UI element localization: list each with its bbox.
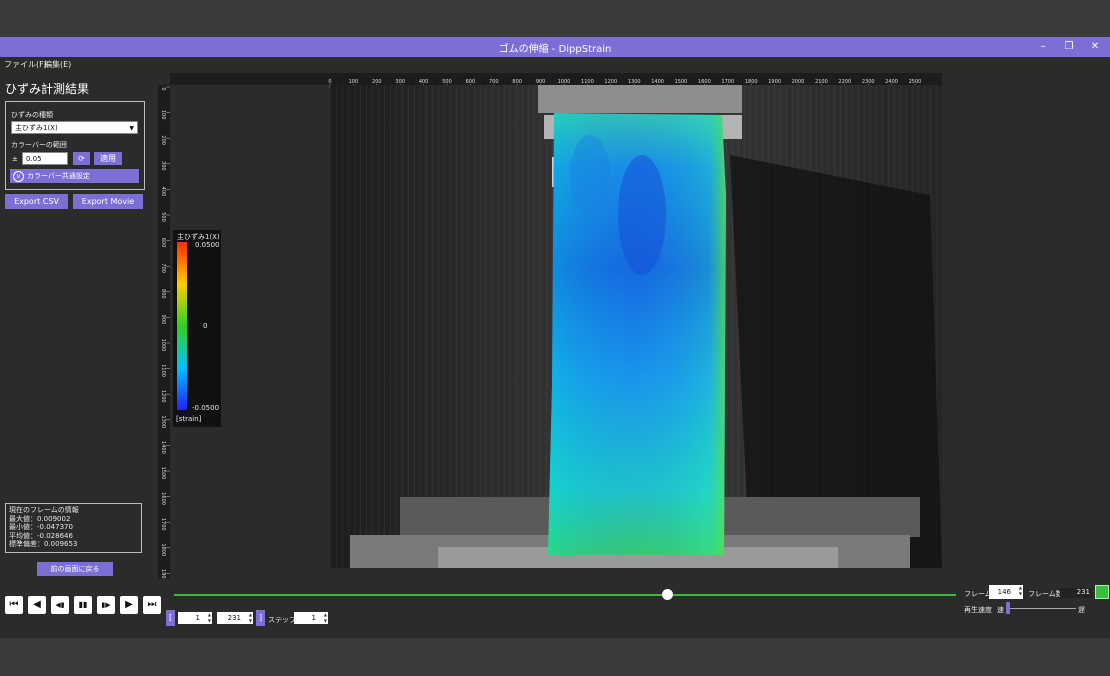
colorbar-unit: [strain] — [176, 415, 202, 423]
menu-bar: ファイル(F) 編集(E) — [0, 57, 1110, 71]
frame-info-min: 最小値：-0.047370 — [9, 523, 73, 531]
speed-slider-thumb[interactable] — [1006, 602, 1010, 614]
ruler-left-label: 0 — [160, 87, 166, 90]
strain-type-select[interactable]: 主ひずみ1(X) ▼ — [11, 121, 138, 134]
strain-type-value: 主ひずみ1(X) — [15, 124, 58, 132]
fullscreen-icon[interactable] — [1095, 585, 1109, 599]
colorbar-mid: 0 — [203, 322, 208, 330]
ruler-left-label: 1600 — [160, 492, 166, 505]
frame-label: フレーム — [964, 590, 992, 598]
play-button[interactable]: ▶ — [120, 596, 138, 614]
frame-info-box: 現在のフレームの情報 最大値：0.009002 最小値：-0.047370 平均… — [5, 503, 142, 553]
ruler-left-label: 1900 — [160, 569, 166, 579]
ruler-left-label: 1000 — [160, 339, 166, 352]
last-frame-button[interactable]: ⏭ — [143, 596, 161, 614]
ruler-top: 0 100 200 300 400 500 600 700 800 900 1000 1100 1200… — [170, 73, 942, 88]
title-bar: ゴムの伸縮 - DippStrain – ❐ ✕ — [0, 37, 1110, 57]
back-button[interactable]: 前の画面に戻る — [37, 562, 113, 576]
ruler-left-label: 1200 — [160, 390, 166, 403]
frame-info-max: 最大値：0.009002 — [9, 514, 71, 523]
speed-slow-label: 遅 — [1078, 606, 1085, 614]
colorbar-legend: 主ひずみ1(X) 0.0500 0 -0.0500 [strain] — [173, 230, 221, 427]
ruler-left-label: 1100 — [160, 364, 166, 377]
step-spinner[interactable]: 1 ▲ ▼ — [294, 612, 328, 624]
frame-info-mean: 平均値：-0.028646 — [9, 531, 73, 540]
range-start-value: 1 — [195, 614, 200, 622]
export-csv-button[interactable]: Export CSV — [5, 194, 68, 209]
colorbar-min: -0.0500 — [192, 404, 220, 412]
spinner-arrows-icon[interactable]: ▲ ▼ — [208, 612, 211, 624]
ruler-left-label: 600 — [160, 238, 166, 248]
ruler-left-label: 700 — [160, 263, 166, 273]
spinner-arrows-icon[interactable]: ▲ ▼ — [1019, 585, 1022, 597]
prev-frame-button[interactable]: ◀ — [28, 596, 46, 614]
ruler-left-svg: 0 100 200 300 400 500 600 700 800 900 1000 1100 1200… — [160, 86, 170, 582]
colorbar-max: 0.0500 — [195, 241, 220, 249]
chevron-down-icon: ▼ — [129, 125, 134, 132]
step-back-button[interactable]: ◀▮ — [51, 596, 69, 614]
range-end-spinner[interactable]: 231 ▲ ▼ — [217, 612, 253, 624]
export-movie-button[interactable]: Export Movie — [73, 194, 143, 209]
ruler-left-label: 300 — [160, 161, 166, 171]
colorbar-gradient — [177, 242, 187, 410]
menu-edit[interactable]: 編集(E) — [44, 59, 71, 70]
colorbar-common-label: カラーバー共通設定 — [27, 172, 90, 180]
frame-count-value: 231 — [1060, 588, 1092, 598]
ruler-left-label: 400 — [160, 187, 166, 197]
ruler-left-label: 1500 — [160, 467, 166, 480]
frame-value: 146 — [997, 588, 1011, 596]
strain-type-label: ひずみの種類 — [11, 111, 53, 119]
timeline-track[interactable] — [174, 594, 956, 596]
maximize-button[interactable]: ❐ — [1058, 39, 1080, 55]
ruler-left-label: 1800 — [160, 543, 166, 556]
speed-slider-track[interactable] — [1006, 608, 1076, 609]
ruler-left-label: 900 — [160, 315, 166, 325]
ruler-left-label: 200 — [160, 135, 166, 145]
pause-button[interactable]: ▮▮ — [74, 596, 92, 614]
chevron-down-circle-icon: v — [13, 171, 24, 182]
frame-spinner[interactable]: 146 ▲ ▼ — [989, 585, 1023, 599]
ruler-left-label: 800 — [160, 289, 166, 299]
first-frame-button[interactable]: ⏮ — [5, 596, 23, 614]
ruler-left-label: 100 — [160, 110, 166, 120]
step-label: ステップ — [268, 616, 296, 624]
menu-file[interactable]: ファイル(F) — [4, 59, 47, 70]
plus-minus-label: ± — [12, 155, 18, 163]
frame-count-label: フレーム数 — [1028, 590, 1063, 598]
ruler-left-label: 1400 — [160, 441, 166, 454]
range-end-bracket[interactable]: ] — [256, 610, 265, 626]
range-end-value: 231 — [227, 614, 241, 622]
range-input[interactable]: 0.05 — [22, 152, 68, 165]
apply-button[interactable]: 適用 — [94, 152, 122, 165]
ruler-left-label: 1700 — [160, 518, 166, 531]
range-start-bracket[interactable]: [ — [166, 610, 175, 626]
refresh-icon[interactable]: ⟳ — [73, 152, 90, 165]
strain-image-view[interactable] — [330, 85, 942, 568]
ruler-left-label: 500 — [160, 212, 166, 222]
ruler-left-label: 1300 — [160, 415, 166, 428]
minimize-button[interactable]: – — [1032, 39, 1054, 55]
speed-fast-label: 速 — [997, 606, 1004, 614]
window-title: ゴムの伸縮 - DippStrain — [498, 44, 612, 55]
colorbar-common-button[interactable]: v カラーバー共通設定 — [10, 169, 139, 183]
frame-info-title: 現在のフレームの情報 — [9, 506, 79, 514]
strain-settings-group: ひずみの種類 主ひずみ1(X) ▼ カラーバーの範囲 ± 0.05 ⟳ 適用 v… — [5, 101, 145, 190]
step-value: 1 — [311, 614, 316, 622]
range-start-spinner[interactable]: 1 ▲ ▼ — [178, 612, 212, 624]
app-window: ゴムの伸縮 - DippStrain – ❐ ✕ ファイル(F) 編集(E) ひ… — [0, 37, 1110, 638]
close-button[interactable]: ✕ — [1084, 39, 1106, 55]
frame-info-std: 標準偏差：0.009653 — [9, 540, 78, 548]
step-forward-button[interactable]: ▮▶ — [97, 596, 115, 614]
spinner-arrows-icon[interactable]: ▲ ▼ — [249, 612, 252, 624]
panel-title: ひずみ計測結果 — [5, 82, 90, 96]
strain-image — [330, 85, 942, 568]
speed-label: 再生速度 — [964, 606, 992, 614]
timeline-thumb[interactable] — [661, 589, 673, 600]
ruler-left: 0 100 200 300 400 500 600 700 800 900 1000 1100 1200… — [158, 85, 170, 582]
range-label: カラーバーの範囲 — [11, 141, 67, 149]
spinner-arrows-icon[interactable]: ▲ ▼ — [324, 612, 327, 624]
